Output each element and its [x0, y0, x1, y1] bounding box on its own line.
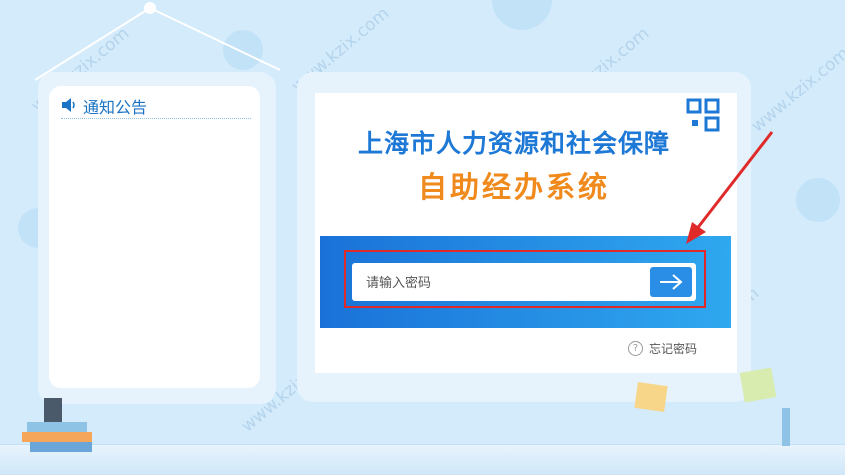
- bottom-strip: [0, 444, 845, 475]
- notice-header: 通知公告: [61, 94, 251, 119]
- system-subtitle: 自助经办系统: [417, 170, 610, 204]
- forgot-password-label: 忘记密码: [649, 342, 698, 356]
- question-icon: ?: [628, 341, 643, 356]
- annotation-arrow: [686, 131, 774, 244]
- notice-panel: [49, 86, 260, 388]
- sticky-notes-decor: [634, 368, 790, 446]
- annotation-highlight-box: [344, 250, 706, 308]
- speaker-icon: [61, 97, 77, 116]
- forgot-password-link[interactable]: ? 忘记密码: [628, 340, 697, 357]
- system-title: 上海市人力资源和社会保障: [357, 129, 670, 158]
- notice-title: 通知公告: [83, 98, 148, 117]
- decor-circle-right: [796, 178, 840, 222]
- books-decor: [22, 398, 92, 452]
